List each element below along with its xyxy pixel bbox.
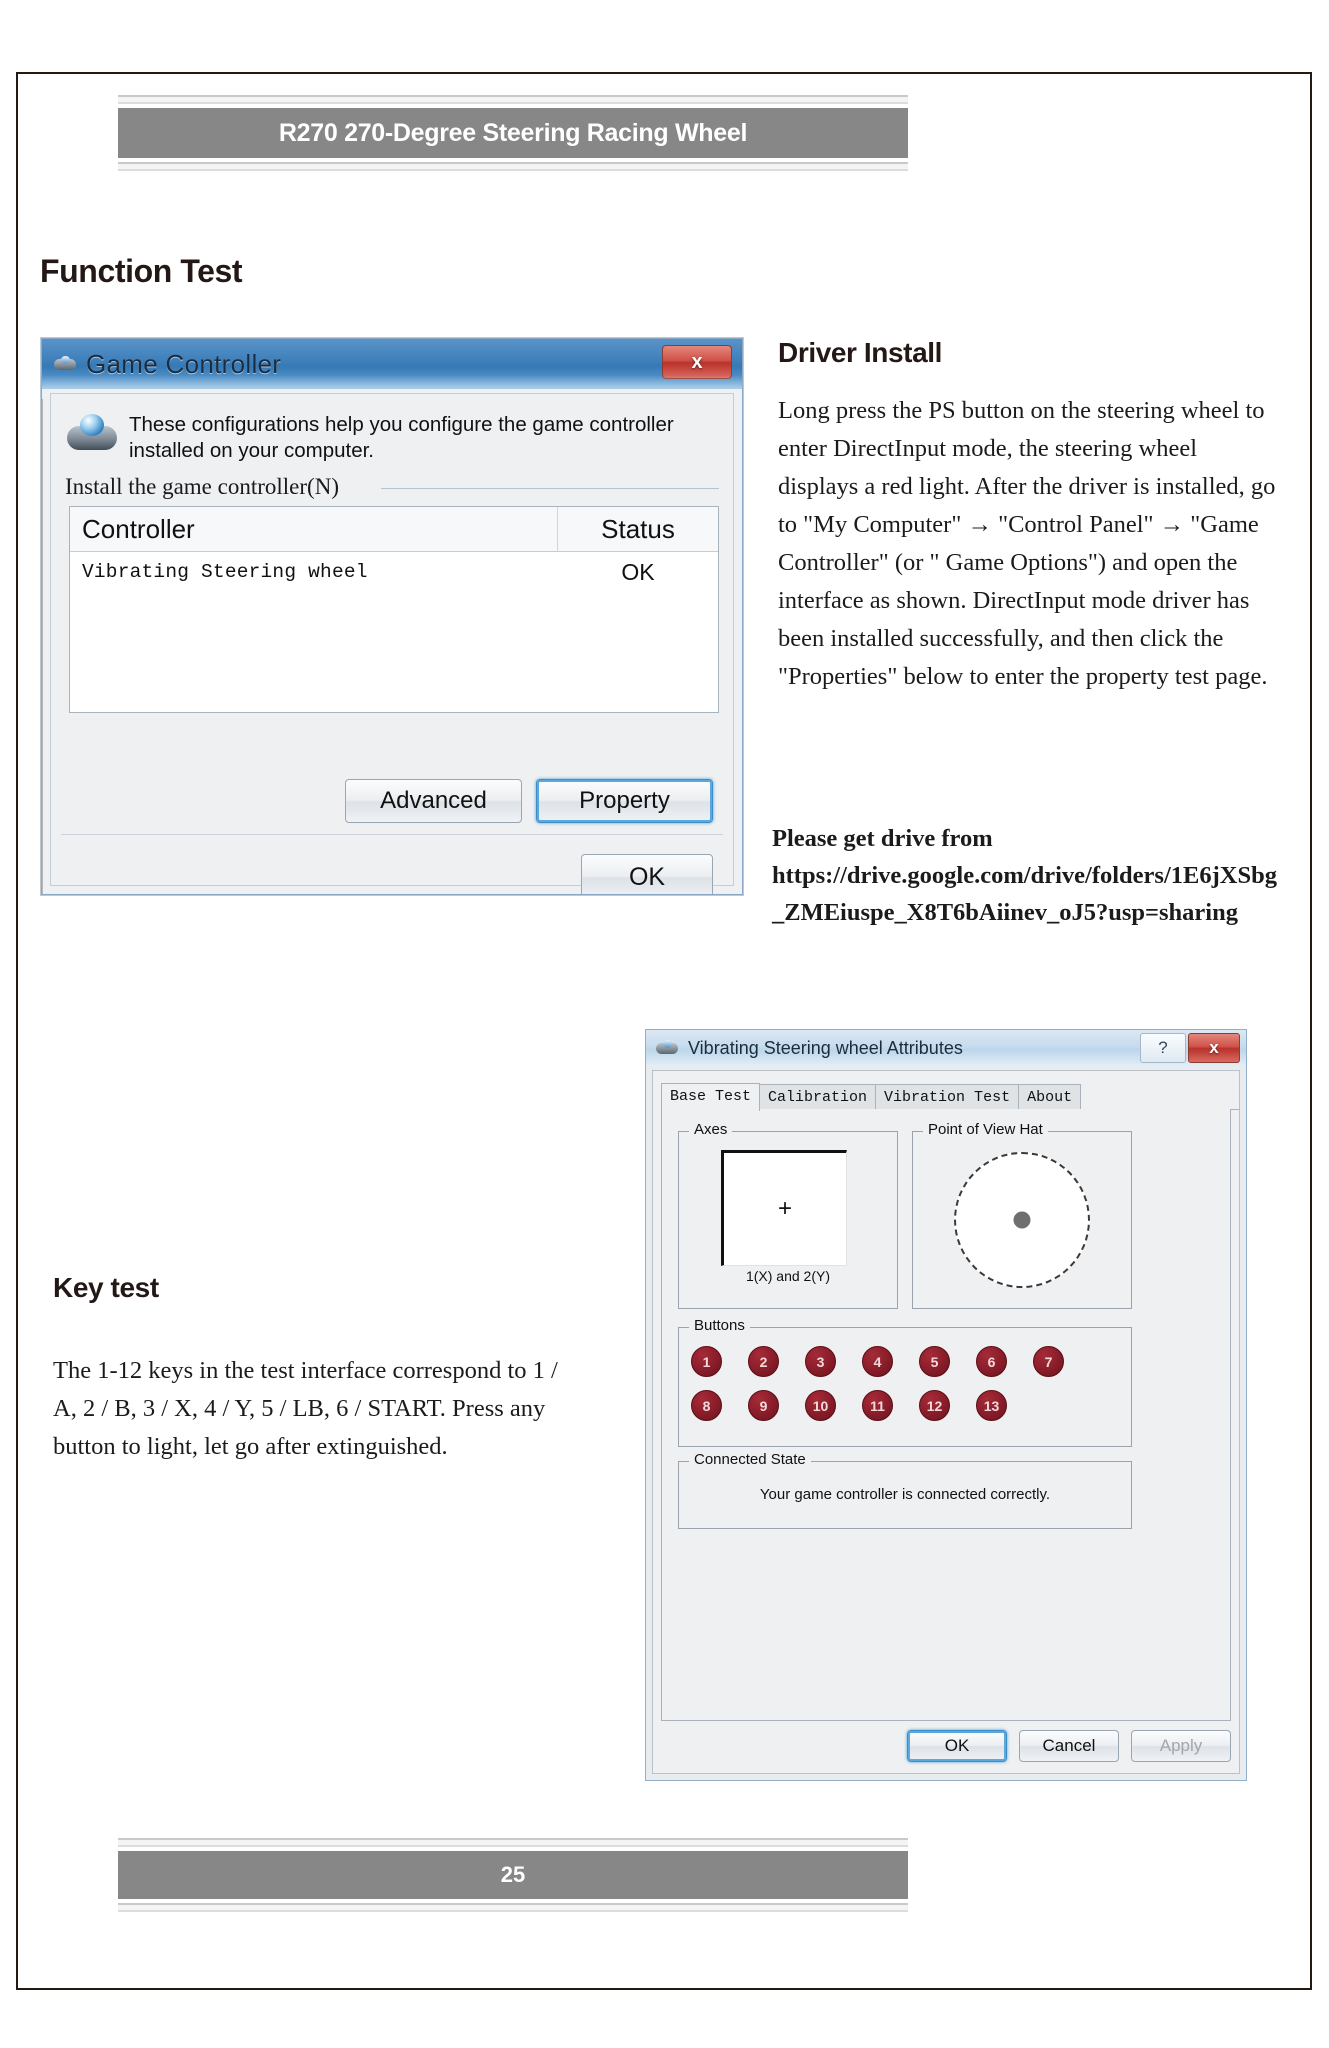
gamepad-globe-icon [65,412,119,456]
axes-caption: 1(X) and 2(Y) [745,1268,831,1284]
connected-state-message: Your game controller is connected correc… [759,1486,1051,1503]
apply-button[interactable]: Apply [1131,1730,1231,1762]
game-controller-title-text: Game Controller [86,348,282,379]
button-led-row-2: 8 9 10 11 12 13 [691,1390,1007,1421]
axes-crosshair-box: + [721,1150,847,1266]
game-controller-titlebar: Game Controller x [42,339,742,389]
footer-banner: 25 [118,1851,908,1899]
point-of-view-hat-group: Point of View Hat [912,1121,1132,1309]
button-led: 11 [862,1390,893,1421]
connected-state-group-label: Connected State [689,1451,811,1468]
attributes-footer-buttons: OK Cancel Apply [661,1727,1231,1765]
page-number: 25 [500,1862,526,1887]
buttons-group-label: Buttons [689,1317,750,1334]
point-of-view-hat-group-label: Point of View Hat [923,1121,1048,1138]
gamepad-icon [654,1039,680,1057]
cancel-button[interactable]: Cancel [1019,1730,1119,1762]
button-led: 8 [691,1390,722,1421]
cell-controller-name: Vibrating Steering wheel [82,561,368,583]
driver-download-link-paragraph: Please get drive from https://drive.goog… [772,825,1277,926]
game-controller-info-text: These configurations help you configure … [129,413,674,462]
help-icon[interactable]: ? [1140,1033,1186,1063]
pov-hat-center-dot [1013,1211,1031,1229]
column-header-controller: Controller [82,513,195,544]
close-icon[interactable]: x [1188,1033,1240,1063]
ok-button[interactable]: OK [907,1730,1007,1762]
table-row[interactable]: Vibrating Steering wheel OK [70,552,718,592]
controller-list-header: Controller Status [70,507,718,552]
game-controller-body: These configurations help you configure … [50,393,734,894]
driver-install-paragraph: Long press the PS button on the steering… [778,397,1276,690]
close-icon[interactable]: x [662,345,732,379]
tab-vibration-test[interactable]: Vibration Test [875,1084,1020,1110]
pov-hat-dial [954,1152,1090,1288]
dialog-edge-artifact [42,399,43,894]
header-title-text: R270 270-Degree Steering Racing Wheel [278,118,748,147]
property-button[interactable]: Property [536,779,713,823]
tab-about[interactable]: About [1018,1084,1082,1110]
attributes-body: Base Test Calibration Vibration Test Abo… [652,1070,1240,1774]
advanced-button[interactable]: Advanced [345,779,522,823]
attributes-title-text: Vibrating Steering wheel Attributes [688,1037,963,1058]
key-test-paragraph: The 1-12 keys in the test interface corr… [53,1357,558,1460]
game-controller-dialog: Game Controller x These configurations h… [41,338,743,895]
header-top-rule [118,95,908,104]
ok-button[interactable]: OK [581,854,713,894]
cell-controller-status: OK [621,558,655,585]
key-test-heading: Key test [53,1272,159,1303]
header-banner: R270 270-Degree Steering Racing Wheel [118,108,908,158]
attributes-dialog: Vibrating Steering wheel Attributes ? x … [645,1029,1247,1781]
button-led: 6 [976,1346,1007,1377]
crosshair-icon: + [777,1195,793,1222]
button-led: 1 [691,1346,722,1377]
attributes-titlebar: Vibrating Steering wheel Attributes ? x [646,1030,1246,1066]
footer-top-rule [118,1838,908,1847]
header-bottom-rule [118,162,908,171]
connected-state-group: Connected State Your game controller is … [678,1451,1132,1529]
base-test-tab-page: Axes + 1(X) and 2(Y) Point of View Hat B… [661,1109,1231,1721]
attributes-tabstrip: Base Test Calibration Vibration Test Abo… [661,1079,1239,1111]
page-header: R270 270-Degree Steering Racing Wheel [118,95,908,171]
tab-calibration[interactable]: Calibration [759,1084,877,1110]
dialog-separator [61,834,723,835]
game-controller-info-row: These configurations help you configure … [51,394,733,468]
axes-group: Axes + 1(X) and 2(Y) [678,1121,898,1309]
buttons-group: Buttons 1 2 3 4 5 6 7 8 9 10 11 12 13 [678,1317,1132,1447]
button-led: 7 [1033,1346,1064,1377]
function-test-heading: Function Test [40,253,243,289]
button-led: 10 [805,1390,836,1421]
footer-bottom-rule [118,1903,908,1912]
axes-group-label: Axes [689,1121,733,1138]
button-led: 12 [919,1390,950,1421]
tab-base-test[interactable]: Base Test [661,1083,761,1111]
controller-list[interactable]: Controller Status Vibrating Steering whe… [69,506,719,713]
button-led: 9 [748,1390,779,1421]
game-controller-action-buttons: Advanced Property [345,779,713,823]
driver-install-heading: Driver Install [778,337,943,368]
button-led: 5 [919,1346,950,1377]
gamepad-icon [52,355,78,373]
button-led: 2 [748,1346,779,1377]
button-led: 13 [976,1390,1007,1421]
button-led: 4 [862,1346,893,1377]
installed-controllers-group-label: Install the game controller(N) [51,468,733,500]
button-led-row-1: 1 2 3 4 5 6 7 [691,1346,1064,1377]
page-footer: 25 [118,1838,908,1912]
button-led: 3 [805,1346,836,1377]
column-header-status: Status [557,507,718,551]
